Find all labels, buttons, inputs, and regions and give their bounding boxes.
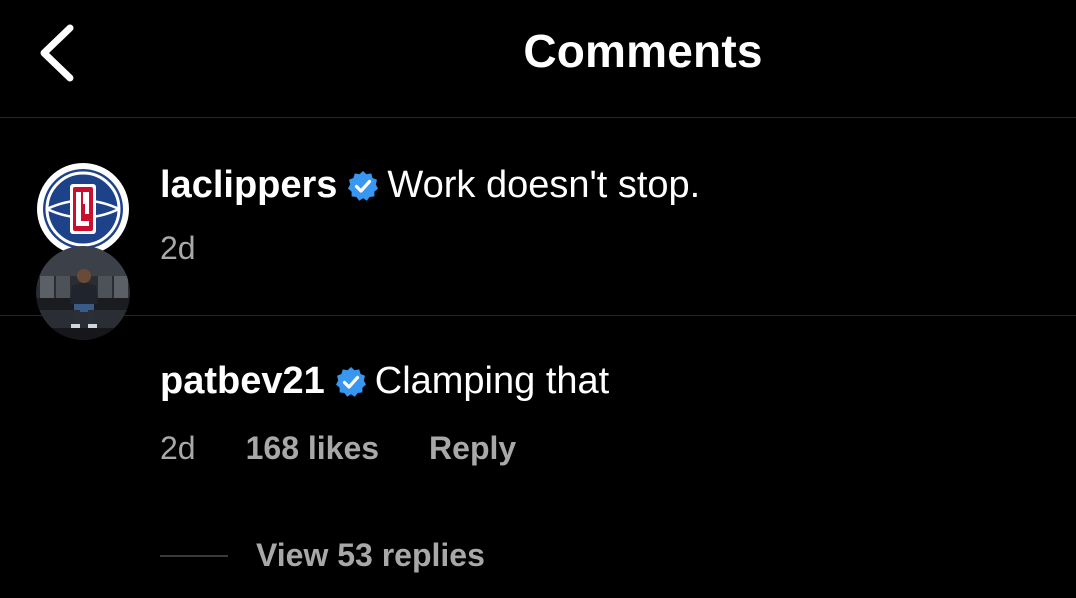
verified-badge-icon: [335, 366, 366, 397]
comment-text: Clamping that: [374, 360, 610, 402]
replies-divider: [160, 554, 228, 557]
caption-time: 2d: [160, 230, 196, 266]
comment-line: patbev21 Clamping that: [160, 360, 609, 403]
comment-username[interactable]: patbev21: [160, 360, 325, 403]
page-title: Comments: [523, 25, 763, 77]
clippers-logo-icon: [37, 163, 129, 255]
avatar[interactable]: [36, 162, 130, 256]
header: Comments: [0, 0, 1076, 118]
comment-meta: 2d 168 likes Reply: [160, 430, 516, 467]
reply-button[interactable]: Reply: [429, 430, 516, 467]
view-replies-button[interactable]: View 53 replies: [160, 537, 485, 574]
caption-username[interactable]: laclippers: [160, 164, 337, 207]
post-caption: laclippers Work doesn't stop. 2d: [0, 118, 1076, 316]
caption-line: laclippers Work doesn't stop.: [160, 164, 700, 207]
comment-likes-link[interactable]: 168 likes: [246, 430, 379, 467]
verified-badge-icon: [348, 170, 379, 201]
comment-time: 2d: [160, 430, 196, 466]
player-photo-icon: [36, 246, 130, 340]
caption-text: Work doesn't stop.: [387, 164, 701, 206]
caption-meta: 2d: [160, 230, 196, 267]
avatar[interactable]: [36, 246, 130, 340]
view-replies-label: View 53 replies: [256, 537, 485, 573]
